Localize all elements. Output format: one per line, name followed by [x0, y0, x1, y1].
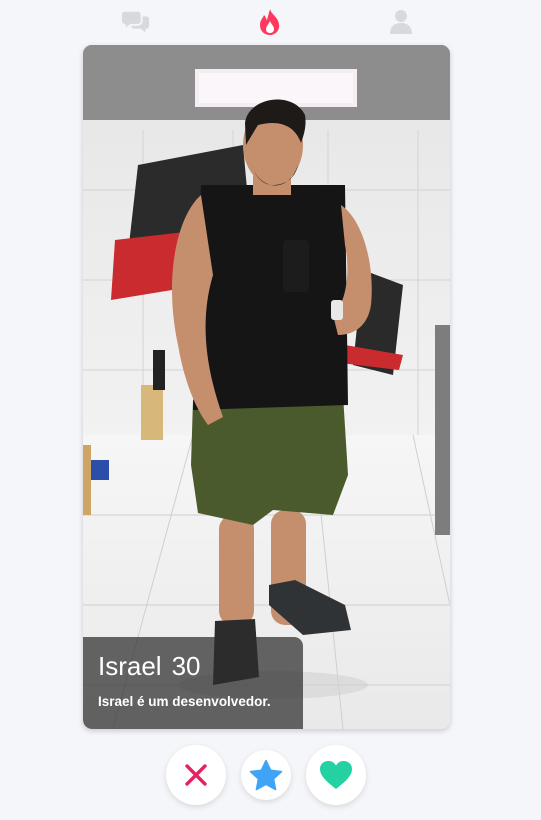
discover-tab[interactable] [255, 8, 285, 36]
messages-tab[interactable] [121, 8, 151, 36]
action-bar [0, 745, 541, 805]
profile-bio: Israel é um desenvolvedor. [98, 694, 271, 709]
profile-tab[interactable] [386, 8, 416, 36]
super-like-button[interactable] [241, 750, 291, 800]
chat-bubbles-icon [121, 11, 150, 33]
top-navigation [0, 0, 541, 44]
like-button[interactable] [306, 745, 366, 805]
star-icon [249, 759, 283, 791]
close-icon [185, 764, 207, 786]
flame-icon [260, 9, 280, 35]
profile-name-line: Israel 30 [98, 651, 201, 682]
user-icon [390, 10, 412, 34]
nope-button[interactable] [166, 745, 226, 805]
profile-card[interactable]: Israel 30 Israel é um desenvolvedor. [83, 45, 450, 729]
profile-age: 30 [171, 651, 201, 681]
profile-info: Israel 30 Israel é um desenvolvedor. [83, 637, 303, 729]
heart-icon [320, 761, 352, 789]
profile-photo [83, 45, 450, 729]
profile-name: Israel [98, 651, 162, 681]
